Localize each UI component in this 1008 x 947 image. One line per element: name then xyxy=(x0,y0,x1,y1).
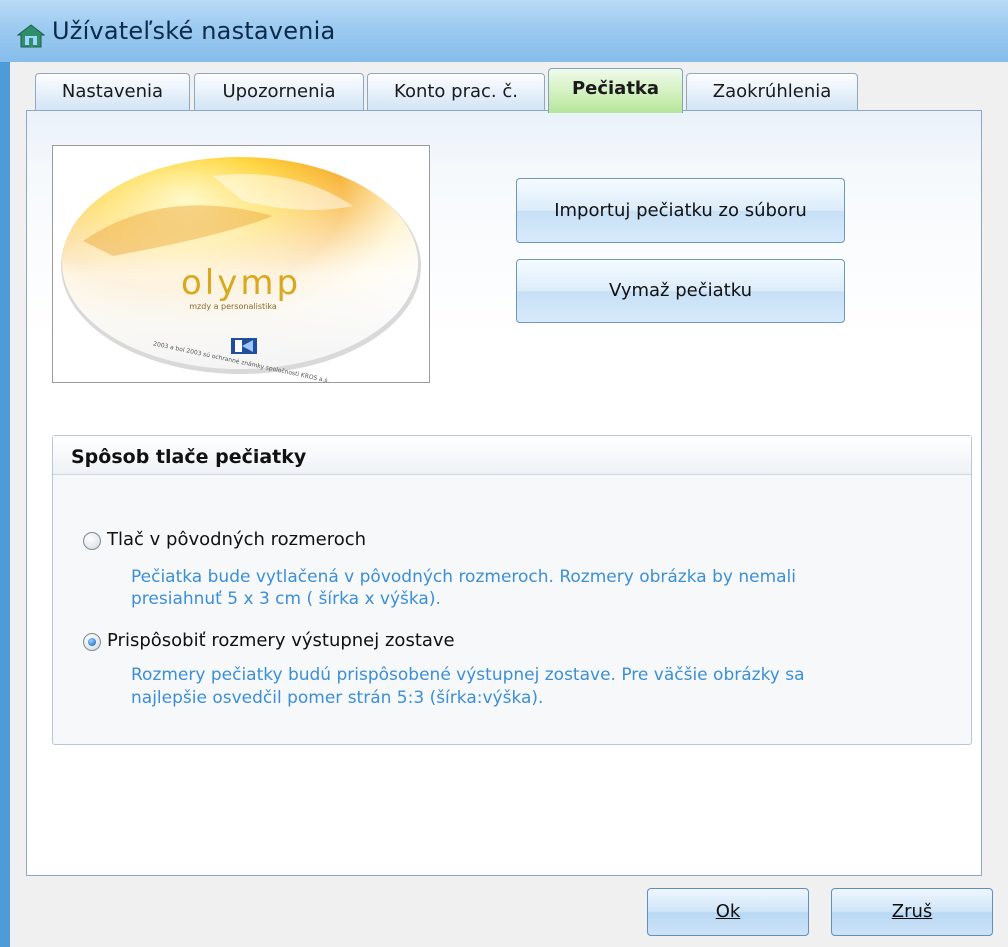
group-header: Spôsob tlače pečiatky xyxy=(53,436,971,475)
title-bar: Užívateľské nastavenia xyxy=(0,0,1008,62)
stamp-image: olymp mzdy a personalistika 2003 a bol 2… xyxy=(61,157,421,385)
group-title: Spôsob tlače pečiatky xyxy=(71,446,307,468)
window-title: Užívateľské nastavenia xyxy=(52,17,336,45)
delete-stamp-button[interactable]: Vymaž pečiatku xyxy=(516,259,845,323)
settings-window: Užívateľské nastavenia Nastavenia Upozor… xyxy=(0,0,1008,947)
stamp-tagline: mzdy a personalistika xyxy=(189,302,277,311)
option-original-size-label[interactable]: Tlač v pôvodných rozmeroch xyxy=(107,529,366,550)
tab-zaokruhlenia[interactable]: Zaokrúhlenia xyxy=(686,73,858,111)
option-fit-report-desc-2: najlepšie osvedčil pomer strán 5:3 (šírk… xyxy=(131,688,544,708)
option-fit-report-label[interactable]: Prispôsobiť rozmery výstupnej zostave xyxy=(107,630,455,651)
radio-original-size[interactable] xyxy=(83,532,101,550)
tab-peciatka[interactable]: Pečiatka xyxy=(548,68,683,113)
stamp-brand: olymp xyxy=(181,263,301,303)
tab-konto[interactable]: Konto prac. č. xyxy=(367,73,545,111)
ok-button[interactable]: Ok xyxy=(647,888,809,936)
radio-fit-report[interactable] xyxy=(83,633,101,651)
option-fit-report-desc-1: Rozmery pečiatky budú prispôsobené výstu… xyxy=(131,665,805,685)
tab-nastavenia[interactable]: Nastavenia xyxy=(35,73,190,111)
cancel-button[interactable]: Zruš xyxy=(831,888,993,936)
import-stamp-button[interactable]: Importuj pečiatku zo súboru xyxy=(516,178,845,243)
house-icon xyxy=(16,24,46,48)
stamp-preview: olymp mzdy a personalistika 2003 a bol 2… xyxy=(52,145,430,385)
option-original-size-desc-1: Pečiatka bude vytlačená v pôvodných rozm… xyxy=(131,567,796,587)
tab-upozornenia[interactable]: Upozornenia xyxy=(194,73,364,111)
option-original-size-desc-2: presiahnuť 5 x 3 cm ( šírka x výška). xyxy=(131,589,441,609)
kros-logo xyxy=(231,338,257,354)
